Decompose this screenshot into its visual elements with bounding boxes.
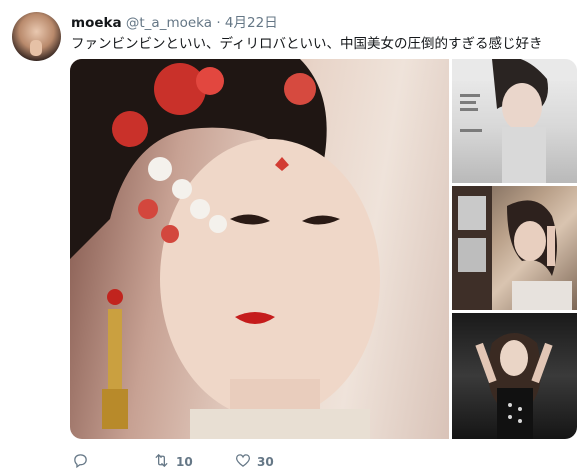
photo-dark-dress[interactable] (452, 313, 577, 439)
tweet-header: moeka @t_a_moeka · 4月22日 (71, 11, 278, 31)
retweet-icon (152, 452, 171, 472)
photo-window-art (452, 186, 572, 310)
reply-icon (72, 452, 89, 472)
retweet-count: 10 (176, 455, 193, 469)
media-grid (70, 59, 577, 439)
photo-magazine-cover[interactable] (452, 59, 577, 183)
avatar[interactable] (12, 12, 61, 61)
photo-main-art (70, 59, 380, 439)
tweet-text: ファンビンビンといい、ディリロバといい、中国美女の圧倒的すぎる感じ好き (71, 36, 543, 52)
author-name[interactable]: moeka (71, 15, 122, 31)
tweet: moeka @t_a_moeka · 4月22日 ファンビンビンといい、ディリロ… (0, 0, 585, 475)
separator-dot: · (216, 15, 221, 31)
tweet-time[interactable]: 4月22日 (225, 15, 278, 31)
like-button[interactable]: 30 (234, 452, 274, 472)
photo-magazine-cover-art (452, 59, 577, 183)
retweet-button[interactable]: 10 (152, 452, 193, 472)
author-handle[interactable]: @t_a_moeka (126, 15, 212, 31)
like-count: 30 (257, 455, 274, 469)
avatar-hand (30, 40, 42, 56)
photo-window[interactable] (452, 186, 577, 310)
photo-main[interactable] (70, 59, 449, 439)
reply-button[interactable] (72, 452, 94, 472)
heart-icon (234, 452, 252, 472)
photo-dark-dress-art (475, 333, 553, 439)
